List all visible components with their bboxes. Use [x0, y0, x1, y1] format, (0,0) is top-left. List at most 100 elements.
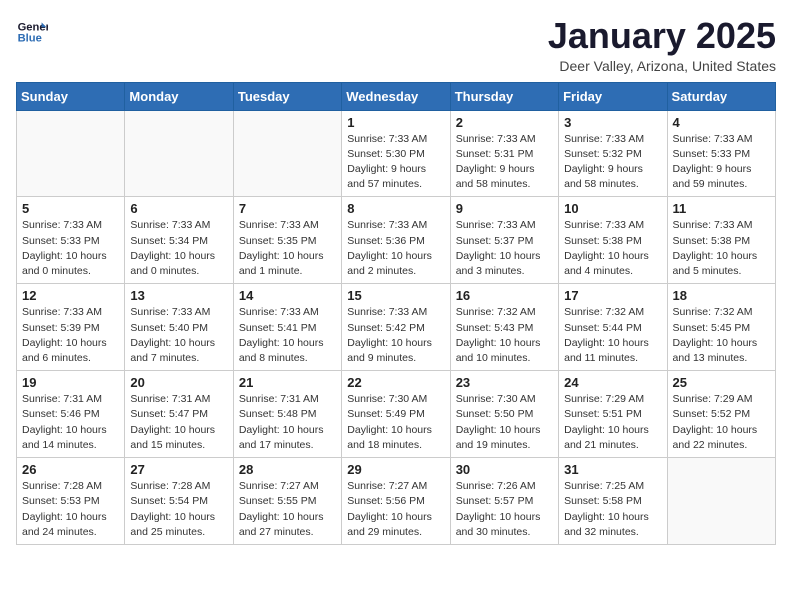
day-number: 28	[239, 462, 336, 477]
week-row-4: 19 Sunrise: 7:31 AM Sunset: 5:46 PM Dayli…	[17, 371, 776, 458]
day-info: Sunrise: 7:28 AM Sunset: 5:54 PM Dayligh…	[130, 479, 227, 540]
logo-icon: General Blue	[16, 16, 48, 48]
calendar-cell: 20 Sunrise: 7:31 AM Sunset: 5:47 PM Dayli…	[125, 371, 233, 458]
day-number: 10	[564, 201, 661, 216]
day-number: 14	[239, 288, 336, 303]
svg-text:Blue: Blue	[18, 33, 42, 45]
calendar-cell: 13 Sunrise: 7:33 AM Sunset: 5:40 PM Dayli…	[125, 284, 233, 371]
calendar-cell: 19 Sunrise: 7:31 AM Sunset: 5:46 PM Dayli…	[17, 371, 125, 458]
calendar-cell	[667, 458, 775, 545]
day-info: Sunrise: 7:26 AM Sunset: 5:57 PM Dayligh…	[456, 479, 553, 540]
calendar-cell: 10 Sunrise: 7:33 AM Sunset: 5:38 PM Dayli…	[559, 197, 667, 284]
day-info: Sunrise: 7:33 AM Sunset: 5:37 PM Dayligh…	[456, 218, 553, 279]
calendar-cell: 14Sunrise: 7:33 AM Sunset: 5:41 PM Dayli…	[233, 284, 341, 371]
weekday-header-friday: Friday	[559, 82, 667, 110]
day-number: 7	[239, 201, 336, 216]
day-number: 6	[130, 201, 227, 216]
day-number: 9	[456, 201, 553, 216]
calendar-cell: 23Sunrise: 7:30 AM Sunset: 5:50 PM Dayli…	[450, 371, 558, 458]
day-number: 15	[347, 288, 444, 303]
calendar-title: January 2025	[548, 16, 776, 56]
calendar-cell: 31 Sunrise: 7:25 AM Sunset: 5:58 PM Dayli…	[559, 458, 667, 545]
day-number: 30	[456, 462, 553, 477]
day-info: Sunrise: 7:33 AM Sunset: 5:30 PM Dayligh…	[347, 132, 444, 193]
weekday-header-tuesday: Tuesday	[233, 82, 341, 110]
day-info: Sunrise: 7:32 AM Sunset: 5:44 PM Dayligh…	[564, 305, 661, 366]
calendar-cell: 27 Sunrise: 7:28 AM Sunset: 5:54 PM Dayli…	[125, 458, 233, 545]
calendar-cell: 1Sunrise: 7:33 AM Sunset: 5:30 PM Daylig…	[342, 110, 450, 197]
day-info: Sunrise: 7:33 AM Sunset: 5:33 PM Dayligh…	[673, 132, 770, 193]
calendar-cell: 4 Sunrise: 7:33 AM Sunset: 5:33 PM Daylig…	[667, 110, 775, 197]
weekday-header-thursday: Thursday	[450, 82, 558, 110]
day-number: 26	[22, 462, 119, 477]
calendar-cell: 6 Sunrise: 7:33 AM Sunset: 5:34 PM Daylig…	[125, 197, 233, 284]
day-info: Sunrise: 7:33 AM Sunset: 5:42 PM Dayligh…	[347, 305, 444, 366]
week-row-5: 26 Sunrise: 7:28 AM Sunset: 5:53 PM Dayli…	[17, 458, 776, 545]
calendar-cell: 26 Sunrise: 7:28 AM Sunset: 5:53 PM Dayli…	[17, 458, 125, 545]
weekday-header-sunday: Sunday	[17, 82, 125, 110]
day-info: Sunrise: 7:31 AM Sunset: 5:46 PM Dayligh…	[22, 392, 119, 453]
day-number: 31	[564, 462, 661, 477]
day-info: Sunrise: 7:33 AM Sunset: 5:40 PM Dayligh…	[130, 305, 227, 366]
day-number: 19	[22, 375, 119, 390]
day-info: Sunrise: 7:29 AM Sunset: 5:51 PM Dayligh…	[564, 392, 661, 453]
calendar-cell: 3Sunrise: 7:33 AM Sunset: 5:32 PM Daylig…	[559, 110, 667, 197]
day-info: Sunrise: 7:31 AM Sunset: 5:48 PM Dayligh…	[239, 392, 336, 453]
day-info: Sunrise: 7:33 AM Sunset: 5:31 PM Dayligh…	[456, 132, 553, 193]
day-info: Sunrise: 7:33 AM Sunset: 5:34 PM Dayligh…	[130, 218, 227, 279]
weekday-header-saturday: Saturday	[667, 82, 775, 110]
calendar-cell: 7 Sunrise: 7:33 AM Sunset: 5:35 PM Daylig…	[233, 197, 341, 284]
calendar-cell	[125, 110, 233, 197]
calendar-cell: 12Sunrise: 7:33 AM Sunset: 5:39 PM Dayli…	[17, 284, 125, 371]
day-info: Sunrise: 7:32 AM Sunset: 5:43 PM Dayligh…	[456, 305, 553, 366]
day-info: Sunrise: 7:33 AM Sunset: 5:33 PM Dayligh…	[22, 218, 119, 279]
title-block: January 2025 Deer Valley, Arizona, Unite…	[548, 16, 776, 74]
calendar-cell: 29 Sunrise: 7:27 AM Sunset: 5:56 PM Dayli…	[342, 458, 450, 545]
calendar-cell: 9 Sunrise: 7:33 AM Sunset: 5:37 PM Daylig…	[450, 197, 558, 284]
day-number: 13	[130, 288, 227, 303]
week-row-1: 1Sunrise: 7:33 AM Sunset: 5:30 PM Daylig…	[17, 110, 776, 197]
calendar-cell: 11Sunrise: 7:33 AM Sunset: 5:38 PM Dayli…	[667, 197, 775, 284]
calendar-cell: 2 Sunrise: 7:33 AM Sunset: 5:31 PM Daylig…	[450, 110, 558, 197]
day-info: Sunrise: 7:33 AM Sunset: 5:38 PM Dayligh…	[564, 218, 661, 279]
day-number: 27	[130, 462, 227, 477]
calendar-cell: 30 Sunrise: 7:26 AM Sunset: 5:57 PM Dayli…	[450, 458, 558, 545]
day-number: 4	[673, 115, 770, 130]
calendar-cell: 18Sunrise: 7:32 AM Sunset: 5:45 PM Dayli…	[667, 284, 775, 371]
day-info: Sunrise: 7:29 AM Sunset: 5:52 PM Dayligh…	[673, 392, 770, 453]
page-header: General Blue January 2025 Deer Valley, A…	[16, 16, 776, 74]
day-number: 2	[456, 115, 553, 130]
day-info: Sunrise: 7:25 AM Sunset: 5:58 PM Dayligh…	[564, 479, 661, 540]
calendar-cell	[233, 110, 341, 197]
day-number: 17	[564, 288, 661, 303]
calendar-cell: 16Sunrise: 7:32 AM Sunset: 5:43 PM Dayli…	[450, 284, 558, 371]
day-info: Sunrise: 7:30 AM Sunset: 5:49 PM Dayligh…	[347, 392, 444, 453]
day-number: 22	[347, 375, 444, 390]
day-info: Sunrise: 7:33 AM Sunset: 5:38 PM Dayligh…	[673, 218, 770, 279]
day-info: Sunrise: 7:27 AM Sunset: 5:55 PM Dayligh…	[239, 479, 336, 540]
weekday-header-wednesday: Wednesday	[342, 82, 450, 110]
day-info: Sunrise: 7:28 AM Sunset: 5:53 PM Dayligh…	[22, 479, 119, 540]
calendar-cell: 24Sunrise: 7:29 AM Sunset: 5:51 PM Dayli…	[559, 371, 667, 458]
day-info: Sunrise: 7:27 AM Sunset: 5:56 PM Dayligh…	[347, 479, 444, 540]
day-info: Sunrise: 7:31 AM Sunset: 5:47 PM Dayligh…	[130, 392, 227, 453]
day-info: Sunrise: 7:33 AM Sunset: 5:35 PM Dayligh…	[239, 218, 336, 279]
logo: General Blue	[16, 16, 48, 48]
calendar-cell: 21 Sunrise: 7:31 AM Sunset: 5:48 PM Dayli…	[233, 371, 341, 458]
svg-text:General: General	[18, 21, 48, 33]
day-number: 20	[130, 375, 227, 390]
calendar-cell: 28 Sunrise: 7:27 AM Sunset: 5:55 PM Dayli…	[233, 458, 341, 545]
calendar-cell: 8Sunrise: 7:33 AM Sunset: 5:36 PM Daylig…	[342, 197, 450, 284]
day-number: 5	[22, 201, 119, 216]
weekday-header-row: SundayMondayTuesdayWednesdayThursdayFrid…	[17, 82, 776, 110]
calendar-cell: 17 Sunrise: 7:32 AM Sunset: 5:44 PM Dayli…	[559, 284, 667, 371]
calendar-cell: 22 Sunrise: 7:30 AM Sunset: 5:49 PM Dayli…	[342, 371, 450, 458]
day-number: 29	[347, 462, 444, 477]
calendar-cell	[17, 110, 125, 197]
calendar-cell: 25 Sunrise: 7:29 AM Sunset: 5:52 PM Dayli…	[667, 371, 775, 458]
calendar-table: SundayMondayTuesdayWednesdayThursdayFrid…	[16, 82, 776, 545]
day-number: 21	[239, 375, 336, 390]
day-info: Sunrise: 7:33 AM Sunset: 5:36 PM Dayligh…	[347, 218, 444, 279]
day-info: Sunrise: 7:32 AM Sunset: 5:45 PM Dayligh…	[673, 305, 770, 366]
day-number: 25	[673, 375, 770, 390]
